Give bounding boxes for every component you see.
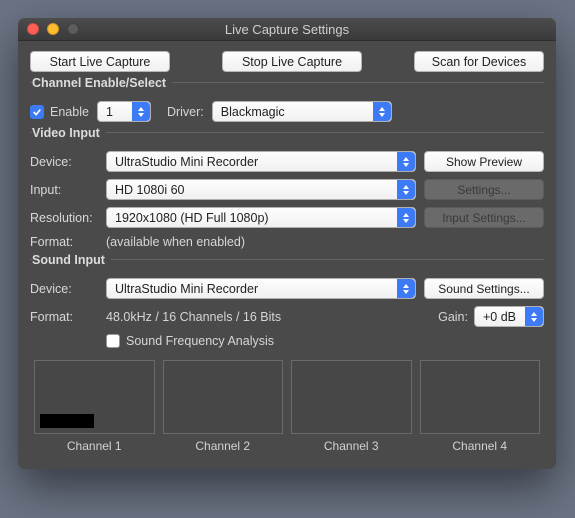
video-device-select[interactable]: UltraStudio Mini Recorder (106, 151, 416, 172)
start-live-capture-button[interactable]: Start Live Capture (30, 51, 170, 72)
video-input-label: Input: (30, 183, 106, 197)
sound-device-value: UltraStudio Mini Recorder (115, 282, 258, 296)
check-icon (32, 107, 42, 117)
enable-checkbox[interactable] (30, 105, 44, 119)
video-input-value: HD 1080i 60 (115, 183, 185, 197)
channels-row: Channel 1 Channel 2 Channel 3 Channel 4 (30, 360, 544, 453)
channel-col: Channel 1 (34, 360, 155, 453)
show-preview-button[interactable]: Show Preview (424, 151, 544, 172)
chevron-updown-icon (397, 279, 415, 298)
resolution-select[interactable]: 1920x1080 (HD Full 1080p) (106, 207, 416, 228)
channel-preview-2 (163, 360, 284, 434)
sound-section-title: Sound Input (32, 253, 111, 267)
chevron-updown-icon (373, 102, 391, 121)
chevron-updown-icon (525, 307, 543, 326)
sound-format-label: Format: (30, 310, 106, 324)
channel-label: Channel 2 (163, 439, 284, 453)
sound-device-select[interactable]: UltraStudio Mini Recorder (106, 278, 416, 299)
sound-settings-button[interactable]: Sound Settings... (424, 278, 544, 299)
sound-device-label: Device: (30, 282, 106, 296)
sound-section: Sound Input Device: UltraStudio Mini Rec… (30, 259, 544, 453)
driver-label: Driver: (167, 105, 204, 119)
channel-col: Channel 3 (291, 360, 412, 453)
channel-label: Channel 1 (34, 439, 155, 453)
channel-preview-3 (291, 360, 412, 434)
sound-format-value: 48.0kHz / 16 Channels / 16 Bits (106, 310, 281, 324)
stop-live-capture-button[interactable]: Stop Live Capture (222, 51, 362, 72)
chevron-updown-icon (397, 152, 415, 171)
video-device-label: Device: (30, 155, 106, 169)
channel-col: Channel 2 (163, 360, 284, 453)
chevron-updown-icon (397, 180, 415, 199)
driver-value: Blackmagic (221, 105, 285, 119)
gain-value: +0 dB (483, 310, 516, 324)
top-buttons: Start Live Capture Stop Live Capture Sca… (30, 51, 544, 72)
channel-preview-4 (420, 360, 541, 434)
channel-section-title: Channel Enable/Select (32, 76, 172, 90)
video-settings-button: Settings... (424, 179, 544, 200)
video-section: Video Input Device: UltraStudio Mini Rec… (30, 132, 544, 249)
sfa-label: Sound Frequency Analysis (126, 334, 274, 348)
scan-for-devices-button[interactable]: Scan for Devices (414, 51, 544, 72)
driver-select[interactable]: Blackmagic (212, 101, 392, 122)
level-meter (40, 414, 94, 428)
resolution-label: Resolution: (30, 211, 106, 225)
channel-number-select[interactable]: 1 (97, 101, 151, 122)
channel-preview-1 (34, 360, 155, 434)
channel-col: Channel 4 (420, 360, 541, 453)
channel-section: Channel Enable/Select Enable 1 Driver: (30, 82, 544, 122)
video-input-select[interactable]: HD 1080i 60 (106, 179, 416, 200)
gain-label: Gain: (438, 310, 468, 324)
channel-label: Channel 3 (291, 439, 412, 453)
sfa-checkbox[interactable] (106, 334, 120, 348)
video-device-value: UltraStudio Mini Recorder (115, 155, 258, 169)
enable-label: Enable (50, 105, 89, 119)
video-format-label: Format: (30, 235, 106, 249)
video-section-title: Video Input (32, 126, 106, 140)
titlebar: Live Capture Settings (18, 18, 556, 41)
channel-number-value: 1 (106, 105, 113, 119)
window: Live Capture Settings Start Live Capture… (18, 18, 556, 469)
resolution-value: 1920x1080 (HD Full 1080p) (115, 211, 269, 225)
window-title: Live Capture Settings (18, 22, 556, 37)
chevron-updown-icon (397, 208, 415, 227)
content: Start Live Capture Stop Live Capture Sca… (18, 41, 556, 469)
gain-select[interactable]: +0 dB (474, 306, 544, 327)
stepper-icon (132, 102, 150, 121)
video-format-value: (available when enabled) (106, 235, 245, 249)
channel-label: Channel 4 (420, 439, 541, 453)
input-settings-button: Input Settings... (424, 207, 544, 228)
